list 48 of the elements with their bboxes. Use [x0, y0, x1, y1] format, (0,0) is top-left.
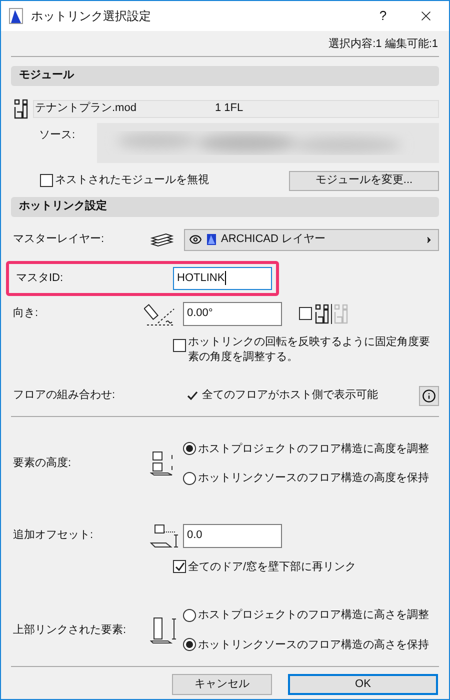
- section-header: ホットリンク設定: [11, 196, 439, 216]
- checkmark-icon: [187, 390, 198, 400]
- checkbox[interactable]: [173, 338, 186, 352]
- module-floor: 1 1FL: [215, 101, 244, 116]
- radio-label: ホットリンクソースのフロア構造の高度を保持: [198, 470, 429, 486]
- checkbox[interactable]: [299, 307, 312, 320]
- dialog-button[interactable]: キャンセル: [172, 674, 272, 695]
- field-label: 向き:: [13, 306, 40, 322]
- app-icon: [9, 8, 23, 24]
- field-label: 上部リンクされた要素:: [13, 622, 128, 638]
- module-icon: [315, 304, 329, 324]
- info-button[interactable]: [419, 386, 439, 406]
- radio-button[interactable]: [183, 608, 196, 622]
- change-module-button[interactable]: モジュールを変更...: [289, 170, 439, 190]
- help-button[interactable]: ?: [363, 6, 403, 26]
- offset-field[interactable]: 0.0: [183, 524, 282, 548]
- field-label: 要素の高度:: [13, 456, 72, 472]
- layer-dropdown[interactable]: ARCHICAD レイヤー: [184, 228, 439, 250]
- selection-info: 選択内容:1 編集可能:1: [328, 36, 438, 52]
- field-label: マスターレイヤー:: [13, 232, 106, 248]
- module-icon: [14, 98, 28, 118]
- layer-icon: [207, 234, 216, 245]
- source-label: ソース:: [39, 128, 76, 142]
- radio-button[interactable]: [183, 638, 196, 652]
- offset-icon: [150, 522, 180, 548]
- field-label: フロアの組み合わせ:: [13, 388, 116, 404]
- radio-button[interactable]: [183, 472, 196, 485]
- section-header: モジュール: [11, 66, 439, 86]
- window-title: ホットリンク選択設定: [31, 8, 151, 25]
- checkbox-label: ネストされたモジュールを無視: [55, 173, 209, 188]
- module-name: テナントプラン.mod: [35, 100, 138, 116]
- field-label: 追加オフセット:: [13, 528, 94, 544]
- radio-label: ホストプロジェクトのフロア構造に高さを調整: [198, 608, 429, 623]
- dialog-button[interactable]: OK: [288, 674, 438, 695]
- checkbox-label: ホットリンクの回転を反映するように固定角度要素の角度を調整する。: [188, 334, 431, 364]
- radio-button[interactable]: [183, 442, 196, 456]
- layers-icon: [150, 232, 174, 248]
- radio-label: ホストプロジェクトのフロア構造に高度を調整: [198, 442, 429, 456]
- radio-label: ホットリンクソースのフロア構造の高さを保持: [198, 638, 429, 652]
- master-id-field[interactable]: HOTLINK: [173, 266, 272, 290]
- module-icon: [334, 304, 348, 324]
- dropdown-value: ARCHICAD レイヤー: [221, 232, 327, 248]
- checkbox-label: 全てのドア/窓を壁下部に再リンク: [188, 560, 356, 574]
- floor-combination-value: 全てのフロアがホスト側で表示可能: [202, 388, 379, 404]
- orientation-field[interactable]: 0.00°: [183, 302, 282, 326]
- checkbox[interactable]: [40, 174, 53, 187]
- field-label: マスタID:: [16, 270, 64, 286]
- checkbox[interactable]: [173, 560, 186, 574]
